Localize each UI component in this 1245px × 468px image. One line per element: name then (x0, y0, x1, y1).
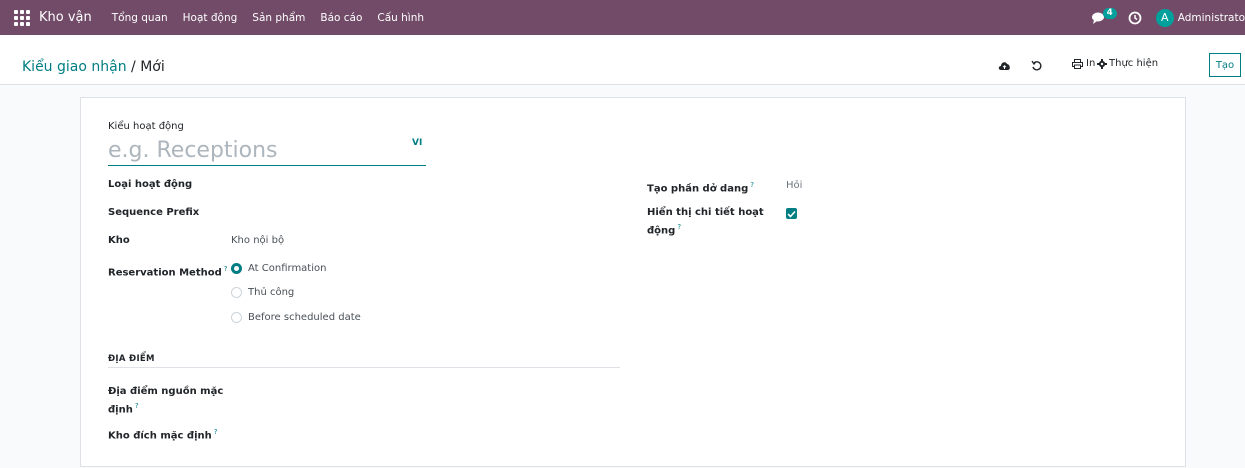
warehouse-value[interactable]: Kho nội bộ (231, 235, 284, 246)
print-button[interactable]: In (1072, 58, 1095, 69)
translate-language-button[interactable]: VI (412, 138, 422, 148)
reservation-help[interactable]: ? (224, 265, 228, 273)
print-icon (1072, 58, 1083, 69)
radio-checked-icon (231, 263, 242, 274)
section-divider (108, 367, 620, 368)
form-sheet: Kiểu hoạt động VI Loại hoạt động Sequenc… (80, 97, 1186, 467)
user-avatar[interactable]: A (1155, 8, 1174, 27)
reservation-method-text: Reservation Method (108, 267, 222, 279)
reservation-method-label: Reservation Method? (108, 262, 227, 280)
messaging-icon[interactable]: 4 (1090, 7, 1117, 28)
show-operations-label: Hiển thị chi tiết hoạt động? (647, 206, 764, 238)
show-operations-line2: động (647, 225, 676, 237)
breadcrumb-current: Mới (140, 59, 165, 75)
operation-kind-label: Loại hoạt động (108, 179, 193, 190)
apps-menu-icon[interactable] (14, 9, 30, 26)
operation-type-name-label: Kiểu hoạt động (108, 121, 184, 132)
show-operations-line1: Hiển thị chi tiết hoạt (647, 207, 764, 218)
default-source-line1: Địa điểm nguồn mặc (108, 386, 224, 397)
print-label: In (1086, 58, 1096, 69)
warehouse-label: Kho (108, 235, 130, 246)
action-label: Thực hiện (1109, 58, 1159, 69)
reservation-option-at-confirmation[interactable]: At Confirmation (231, 263, 326, 274)
activity-clock-icon[interactable] (1128, 11, 1142, 25)
save-cloud-icon[interactable] (998, 60, 1011, 71)
create-backorder-value[interactable]: Hỏi (786, 180, 802, 191)
default-destination-text: Kho đích mặc định (108, 430, 212, 442)
default-destination-help[interactable]: ? (214, 428, 218, 436)
breadcrumb-separator: / (126, 59, 141, 75)
reservation-option-manual[interactable]: Thủ công (231, 287, 294, 298)
default-source-location-label: Địa điểm nguồn mặc định? (108, 385, 223, 417)
create-backorder-label: Tạo phần dở dang? (647, 178, 754, 196)
menu-reporting[interactable]: Báo cáo (320, 12, 362, 24)
message-count-badge: 4 (1102, 7, 1117, 19)
reservation-option-label: Before scheduled date (248, 312, 361, 323)
default-destination-label: Kho đích mặc định? (108, 425, 217, 443)
sequence-prefix-label: Sequence Prefix (108, 207, 200, 218)
create-backorder-text: Tạo phần dở dang (647, 183, 749, 195)
show-operations-checkbox[interactable] (786, 208, 797, 219)
radio-unchecked-icon (231, 312, 242, 323)
app-brand[interactable]: Kho vận (39, 10, 92, 25)
breadcrumb: Kiểu giao nhận / Mới (22, 59, 165, 75)
reservation-option-label: Thủ công (248, 287, 295, 298)
user-name[interactable]: Administrato (1178, 12, 1245, 24)
menu-products[interactable]: Sản phẩm (252, 12, 305, 24)
checkmark-icon (787, 210, 796, 218)
menu-overview[interactable]: Tổng quan (112, 12, 168, 24)
gear-icon (1097, 58, 1107, 69)
radio-unchecked-icon (231, 287, 242, 298)
show-operations-help[interactable]: ? (677, 223, 681, 231)
reservation-option-label: At Confirmation (248, 263, 327, 274)
discard-undo-icon[interactable] (1031, 60, 1042, 71)
top-navbar: Kho vận Tổng quan Hoạt động Sản phẩm Báo… (0, 0, 1245, 35)
action-button[interactable]: Thực hiện (1097, 58, 1158, 69)
reservation-option-before-scheduled[interactable]: Before scheduled date (231, 312, 361, 323)
create-backorder-help[interactable]: ? (750, 181, 754, 189)
operation-type-name-input[interactable] (108, 136, 426, 166)
locations-section-title: ĐỊA ĐIỂM (108, 354, 155, 364)
breadcrumb-parent[interactable]: Kiểu giao nhận (22, 59, 127, 75)
control-panel: Kiểu giao nhận / Mới In Thực hiện Tạo (0, 35, 1245, 85)
navbar-systray: 4 A Administrato (1090, 0, 1245, 35)
default-source-line2: định (108, 404, 133, 416)
default-source-help[interactable]: ? (135, 402, 139, 410)
create-button[interactable]: Tạo (1209, 53, 1241, 77)
menu-operations[interactable]: Hoạt động (183, 12, 238, 24)
menu-configuration[interactable]: Cấu hình (377, 12, 424, 24)
